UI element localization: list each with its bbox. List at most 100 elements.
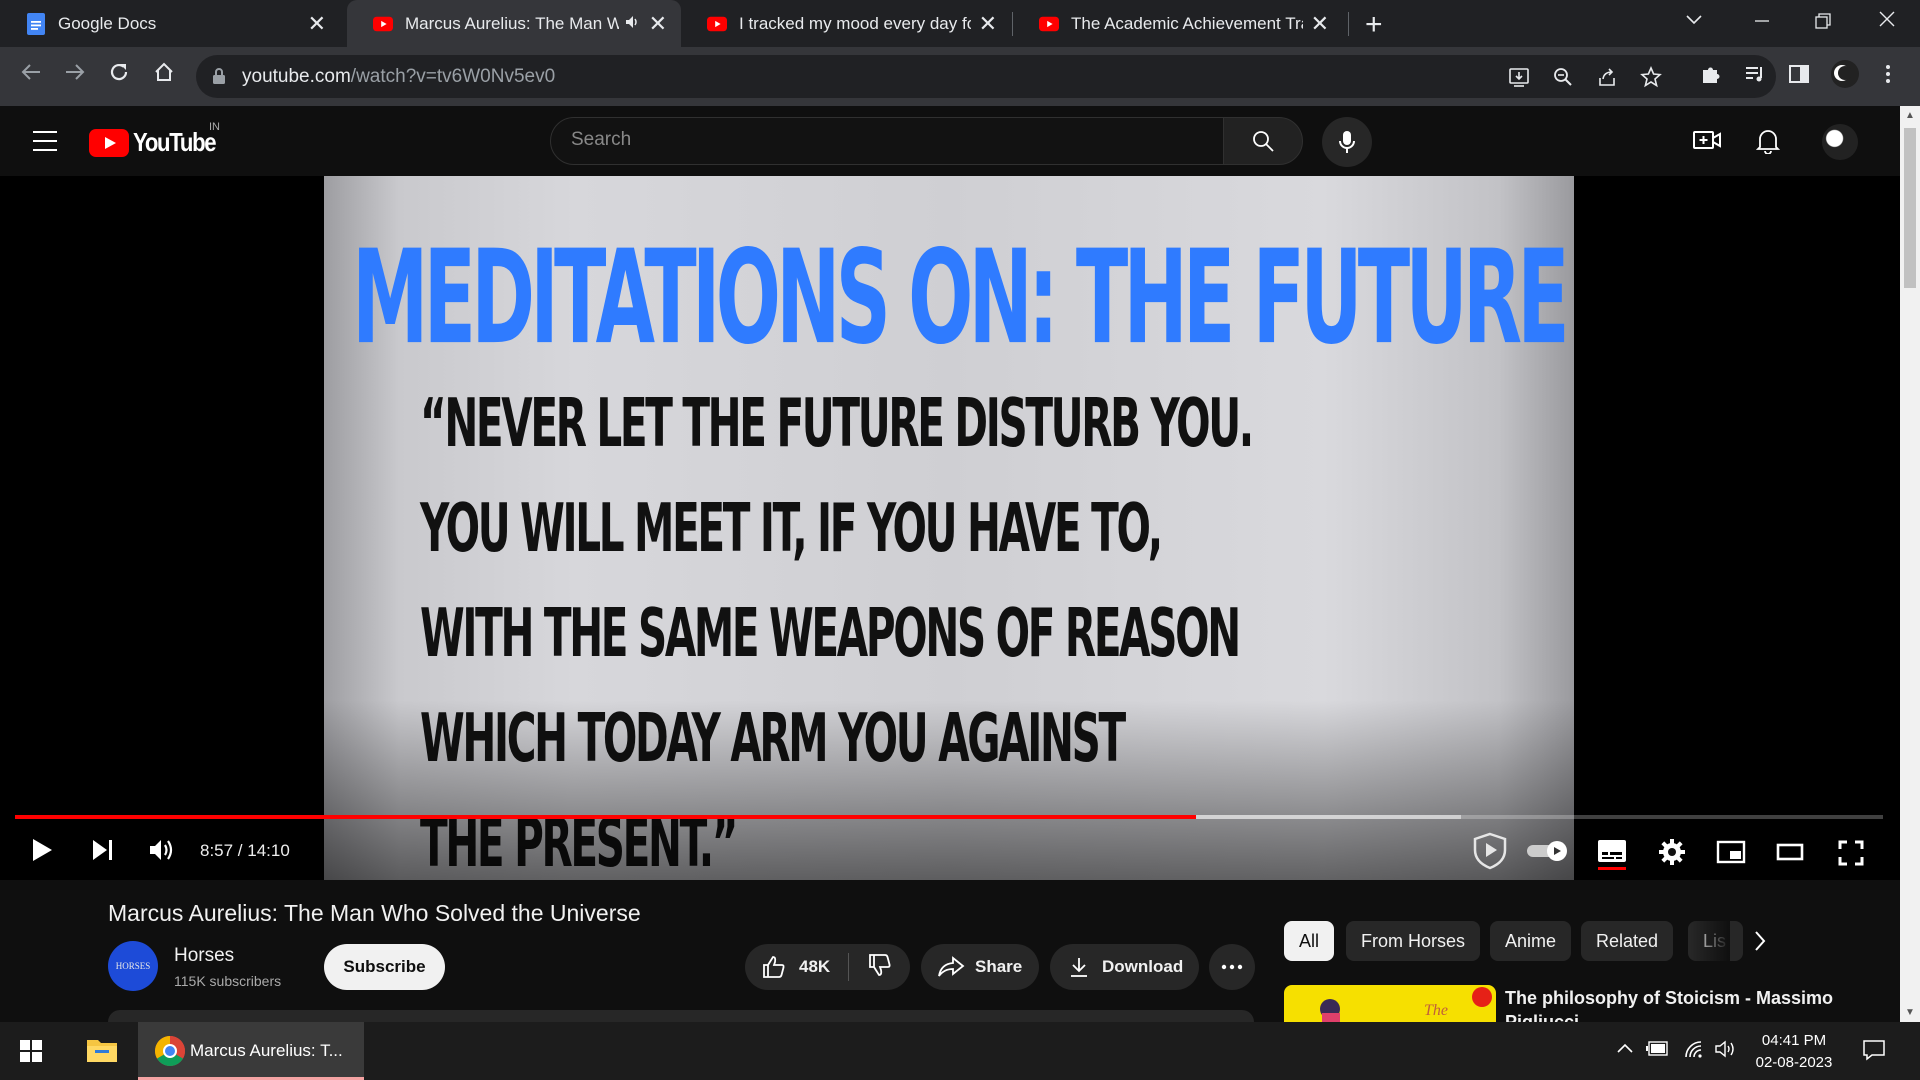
channel-avatar-text: HORSES: [115, 961, 151, 971]
channel-name[interactable]: Horses: [174, 945, 234, 967]
country-code: IN: [209, 121, 220, 133]
new-tab-plus-icon[interactable]: +: [1365, 8, 1383, 42]
battery-icon[interactable]: [1646, 1040, 1670, 1063]
thumbs-down-icon: [869, 953, 891, 976]
like-separator: [848, 953, 850, 981]
scroll-up-arrow-icon[interactable]: ▲: [1905, 110, 1915, 121]
wifi-icon[interactable]: [1684, 1040, 1706, 1063]
download-button[interactable]: Download: [1050, 944, 1199, 990]
file-explorer-icon[interactable]: [86, 1036, 118, 1069]
youtube-wordmark: YouTube: [133, 127, 217, 157]
close-icon[interactable]: ✕: [649, 12, 667, 35]
close-icon[interactable]: ✕: [1311, 12, 1329, 35]
fullscreen-icon[interactable]: [1838, 840, 1864, 871]
voice-search-button[interactable]: [1322, 117, 1372, 167]
notification-center-icon[interactable]: [1862, 1038, 1886, 1067]
browser-toolbar: youtube.com/watch?v=tv6W0Nv5ev0: [0, 47, 1920, 106]
tab-separator: [1348, 12, 1349, 36]
play-icon[interactable]: [30, 836, 54, 869]
url-text[interactable]: youtube.com/watch?v=tv6W0Nv5ev0: [242, 66, 555, 88]
account-avatar[interactable]: [1822, 124, 1858, 160]
tab-google-docs[interactable]: Google Docs ✕: [0, 0, 340, 47]
search-button[interactable]: [1223, 117, 1303, 165]
search-field[interactable]: [550, 117, 1224, 165]
home-icon[interactable]: [153, 61, 175, 88]
side-panel-icon[interactable]: [1788, 63, 1810, 90]
recommendation-thumbnail[interactable]: The: [1284, 985, 1496, 1022]
restore-icon[interactable]: [1815, 12, 1831, 35]
youtube-icon: [1039, 14, 1059, 34]
progress-played: [15, 815, 1196, 819]
speaker-volume-icon[interactable]: [1714, 1040, 1736, 1063]
share-arrow-icon: [938, 956, 965, 977]
chip-anime[interactable]: Anime: [1490, 921, 1572, 961]
share-button[interactable]: Share: [921, 944, 1039, 990]
video-frame[interactable]: MEDITATIONS ON: THE FUTURE “NEVER LET TH…: [324, 176, 1574, 880]
channel-avatar[interactable]: HORSES: [108, 941, 158, 991]
like-count: 48K: [799, 957, 831, 976]
page-scrollbar[interactable]: ▲ ▼: [1900, 106, 1920, 1022]
subscribe-button[interactable]: Subscribe: [324, 944, 445, 990]
lock-icon[interactable]: [212, 67, 226, 90]
minimize-icon[interactable]: [1754, 12, 1770, 35]
chip-related[interactable]: Related: [1581, 921, 1674, 961]
tab-marcus-aurelius[interactable]: Marcus Aurelius: The Man W ✕: [347, 0, 681, 47]
scrollbar-thumb[interactable]: [1904, 128, 1916, 288]
more-actions-button[interactable]: [1209, 944, 1255, 990]
volume-icon[interactable]: [148, 836, 176, 869]
search-input[interactable]: [571, 129, 1171, 151]
sponsor-shield-icon[interactable]: [1472, 832, 1508, 875]
search-icon: [1253, 131, 1274, 152]
menu-icon[interactable]: [33, 131, 57, 158]
youtube-logo[interactable]: YouTube IN: [89, 121, 230, 158]
next-video-icon[interactable]: [91, 836, 115, 869]
youtube-icon: [373, 14, 393, 34]
notifications-bell-icon[interactable]: [1755, 128, 1781, 159]
video-player[interactable]: MEDITATIONS ON: THE FUTURE “NEVER LET TH…: [0, 176, 1900, 880]
browser-menu-icon[interactable]: [1884, 63, 1892, 90]
windows-start-icon[interactable]: [20, 1040, 42, 1067]
reload-icon[interactable]: [108, 61, 130, 88]
close-icon[interactable]: ✕: [308, 12, 326, 35]
tab-title: Google Docs: [58, 13, 157, 33]
address-bar[interactable]: youtube.com/watch?v=tv6W0Nv5ev0: [196, 55, 1776, 98]
tab-academic-trap[interactable]: The Academic Achievement Trap ✕: [1013, 0, 1343, 47]
extensions-puzzle-icon[interactable]: [1700, 63, 1722, 90]
subtitles-icon[interactable]: [1597, 839, 1627, 868]
tray-chevron-up-icon[interactable]: [1616, 1041, 1634, 1059]
miniplayer-icon[interactable]: [1716, 840, 1746, 869]
speaker-icon[interactable]: [625, 14, 641, 34]
chips-fade: [1690, 921, 1730, 961]
theater-mode-icon[interactable]: [1776, 842, 1804, 867]
tab-search-chevron-icon[interactable]: [1686, 8, 1702, 31]
system-clock[interactable]: 04:41 PM 02-08-2023: [1748, 1030, 1840, 1074]
chevron-right-icon[interactable]: [1752, 928, 1768, 959]
youtube-icon: [707, 14, 727, 34]
download-label: Download: [1102, 957, 1184, 976]
dislike-button[interactable]: [867, 952, 893, 983]
profile-avatar-icon[interactable]: [1830, 59, 1860, 94]
bookmark-star-icon[interactable]: [1640, 65, 1662, 93]
share-page-icon[interactable]: [1596, 66, 1618, 93]
forward-arrow-icon[interactable]: [64, 61, 86, 88]
recommendation-title[interactable]: The philosophy of Stoicism - Massimo Pig…: [1505, 986, 1885, 1022]
chip-all[interactable]: All: [1284, 921, 1335, 961]
chip-from-horses[interactable]: From Horses: [1346, 921, 1481, 961]
like-button[interactable]: 48K: [761, 954, 830, 980]
scroll-down-arrow-icon[interactable]: ▼: [1905, 1007, 1915, 1018]
tab-mood-tracking[interactable]: I tracked my mood every day for ✕: [681, 0, 1011, 47]
autoplay-play-icon: [1547, 841, 1567, 861]
progress-bar[interactable]: [15, 815, 1883, 819]
zoom-icon[interactable]: [1552, 66, 1574, 93]
url-host: youtube.com: [242, 66, 351, 87]
taskbar-chrome-item[interactable]: Marcus Aurelius: T...: [138, 1022, 364, 1080]
media-controls-icon[interactable]: [1744, 63, 1766, 90]
settings-gear-icon[interactable]: [1658, 838, 1686, 871]
create-video-icon[interactable]: [1693, 128, 1721, 157]
more-horizontal-icon: [1221, 964, 1243, 970]
window-close-icon[interactable]: [1878, 10, 1896, 34]
autoplay-toggle[interactable]: [1527, 841, 1569, 861]
close-icon[interactable]: ✕: [979, 12, 997, 35]
download-to-device-icon[interactable]: [1508, 66, 1530, 93]
back-arrow-icon[interactable]: [20, 61, 42, 88]
